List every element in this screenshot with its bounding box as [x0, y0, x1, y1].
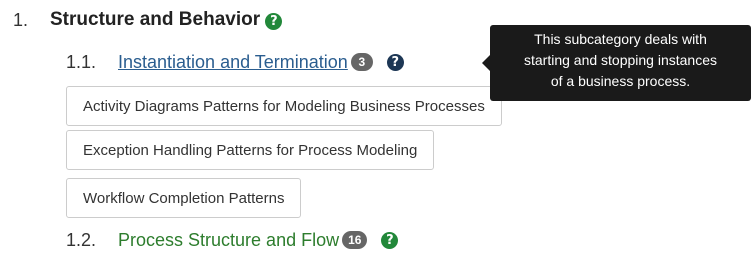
pattern-item[interactable]: Workflow Completion Patterns: [66, 178, 302, 218]
subcategory-number: 1.1.: [66, 51, 97, 72]
category-number: 1.: [13, 9, 29, 30]
tooltip-arrow: [482, 55, 490, 71]
tooltip-line: This subcategory deals with: [534, 31, 707, 47]
category-title: Structure and Behavior ?: [50, 9, 283, 31]
pattern-item[interactable]: Activity Diagrams Patterns for Modeling …: [66, 86, 502, 126]
subcategory-item: 1.1. Instantiation and Termination 3 ?: [66, 48, 404, 76]
pattern-item[interactable]: Exception Handling Patterns for Process …: [66, 130, 435, 170]
question-circle-icon[interactable]: ?: [265, 13, 283, 30]
tooltip-line: starting and stopping instances: [523, 52, 717, 68]
count-badge: 3: [350, 53, 373, 71]
question-circle-icon[interactable]: ?: [381, 231, 399, 249]
category-title-text: Structure and Behavior: [50, 9, 261, 30]
subcategory-number: 1.2.: [66, 229, 97, 250]
question-circle-icon[interactable]: ?: [386, 53, 404, 71]
tooltip: This subcategory deals with starting and…: [490, 25, 751, 101]
subcategory-link[interactable]: Process Structure and Flow: [118, 230, 339, 251]
subcategory-link[interactable]: Instantiation and Termination: [118, 52, 348, 73]
tooltip-line: of a business process.: [550, 73, 691, 89]
subcategory-item: 1.2. Process Structure and Flow 16 ?: [66, 226, 399, 254]
count-badge: 16: [342, 231, 368, 249]
